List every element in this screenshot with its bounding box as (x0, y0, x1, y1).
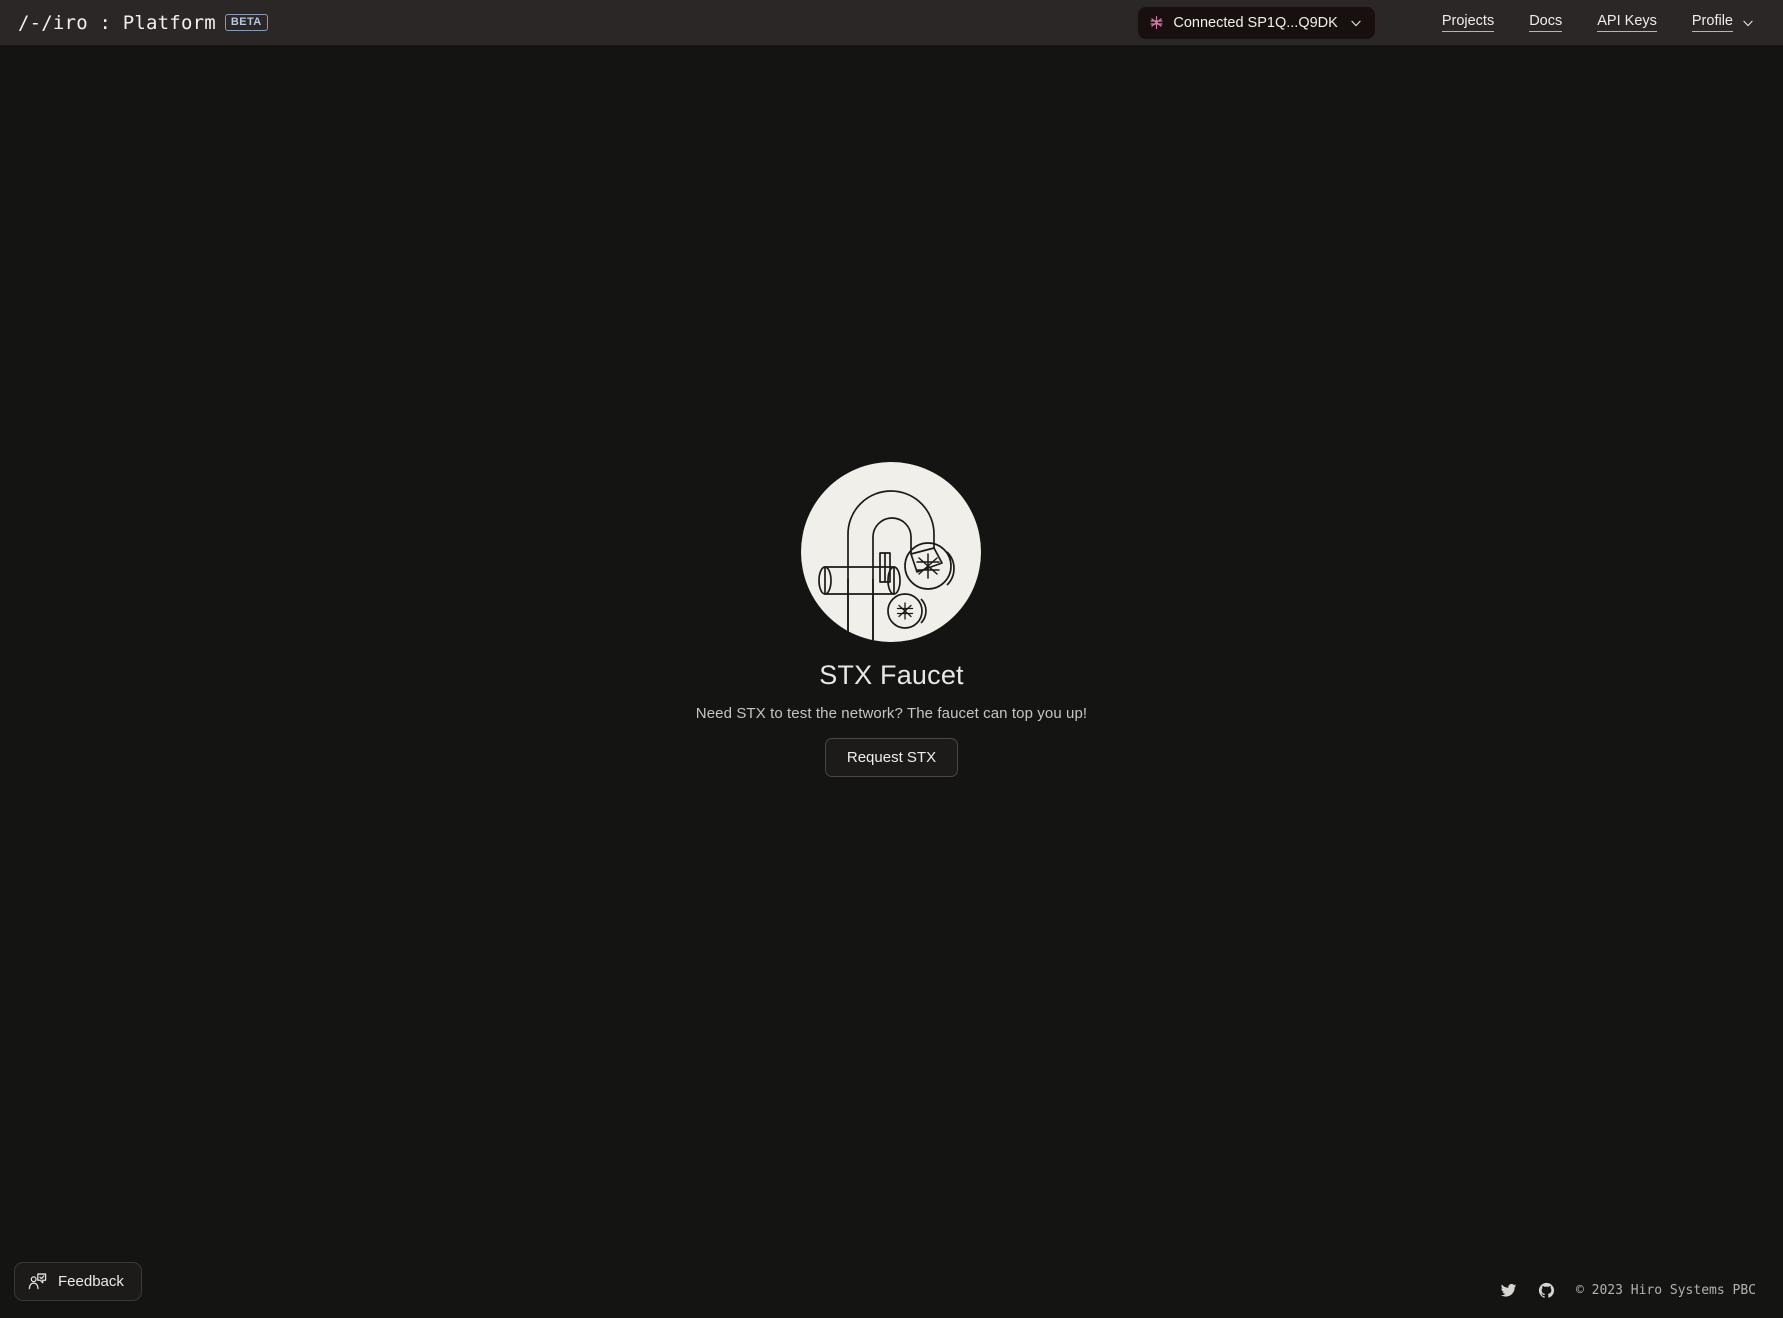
beta-badge: BETA (224, 13, 268, 32)
page-title: STX Faucet (819, 660, 964, 690)
twitter-icon[interactable] (1500, 1282, 1517, 1299)
header-nav: Connected SP1Q...Q9DK Projects Docs API … (1138, 6, 1755, 39)
feedback-label: Feedback (58, 1273, 124, 1290)
nav-link-docs[interactable]: Docs (1529, 13, 1563, 32)
hiro-platform-logo: /-/iro : Platform (18, 11, 216, 34)
request-stx-button[interactable]: Request STX (824, 738, 959, 777)
footer-right: © 2023 Hiro Systems PBC (1500, 1282, 1756, 1299)
copyright-text: © 2023 Hiro Systems PBC (1575, 1283, 1756, 1298)
feedback-person-icon (28, 1273, 47, 1290)
profile-menu-button[interactable]: Profile (1691, 13, 1755, 32)
main-content: STX Faucet Need STX to test the network?… (0, 45, 1783, 1318)
faucet-hero: STX Faucet Need STX to test the network?… (696, 462, 1087, 777)
wallet-address-label: Connected SP1Q...Q9DK (1173, 14, 1338, 31)
page-subtitle: Need STX to test the network? The faucet… (695, 705, 1088, 722)
faucet-drawing (818, 490, 956, 642)
profile-label: Profile (1691, 13, 1733, 32)
nav-link-api-keys[interactable]: API Keys (1597, 13, 1657, 32)
github-icon[interactable] (1538, 1282, 1555, 1299)
nav-link-projects[interactable]: Projects (1441, 13, 1495, 32)
stacks-coin-glyph (897, 602, 914, 620)
brand[interactable]: /-/iro : Platform BETA (18, 12, 268, 34)
top-header-bar: /-/iro : Platform BETA Connected SP1Q...… (0, 0, 1783, 45)
chevron-down-icon (1743, 20, 1753, 26)
stacks-icon (1150, 15, 1163, 30)
feedback-button[interactable]: Feedback (14, 1262, 142, 1301)
stx-faucet-illustration (801, 462, 982, 642)
connected-wallet-button[interactable]: Connected SP1Q...Q9DK (1138, 6, 1375, 39)
chevron-down-icon (1351, 20, 1361, 26)
